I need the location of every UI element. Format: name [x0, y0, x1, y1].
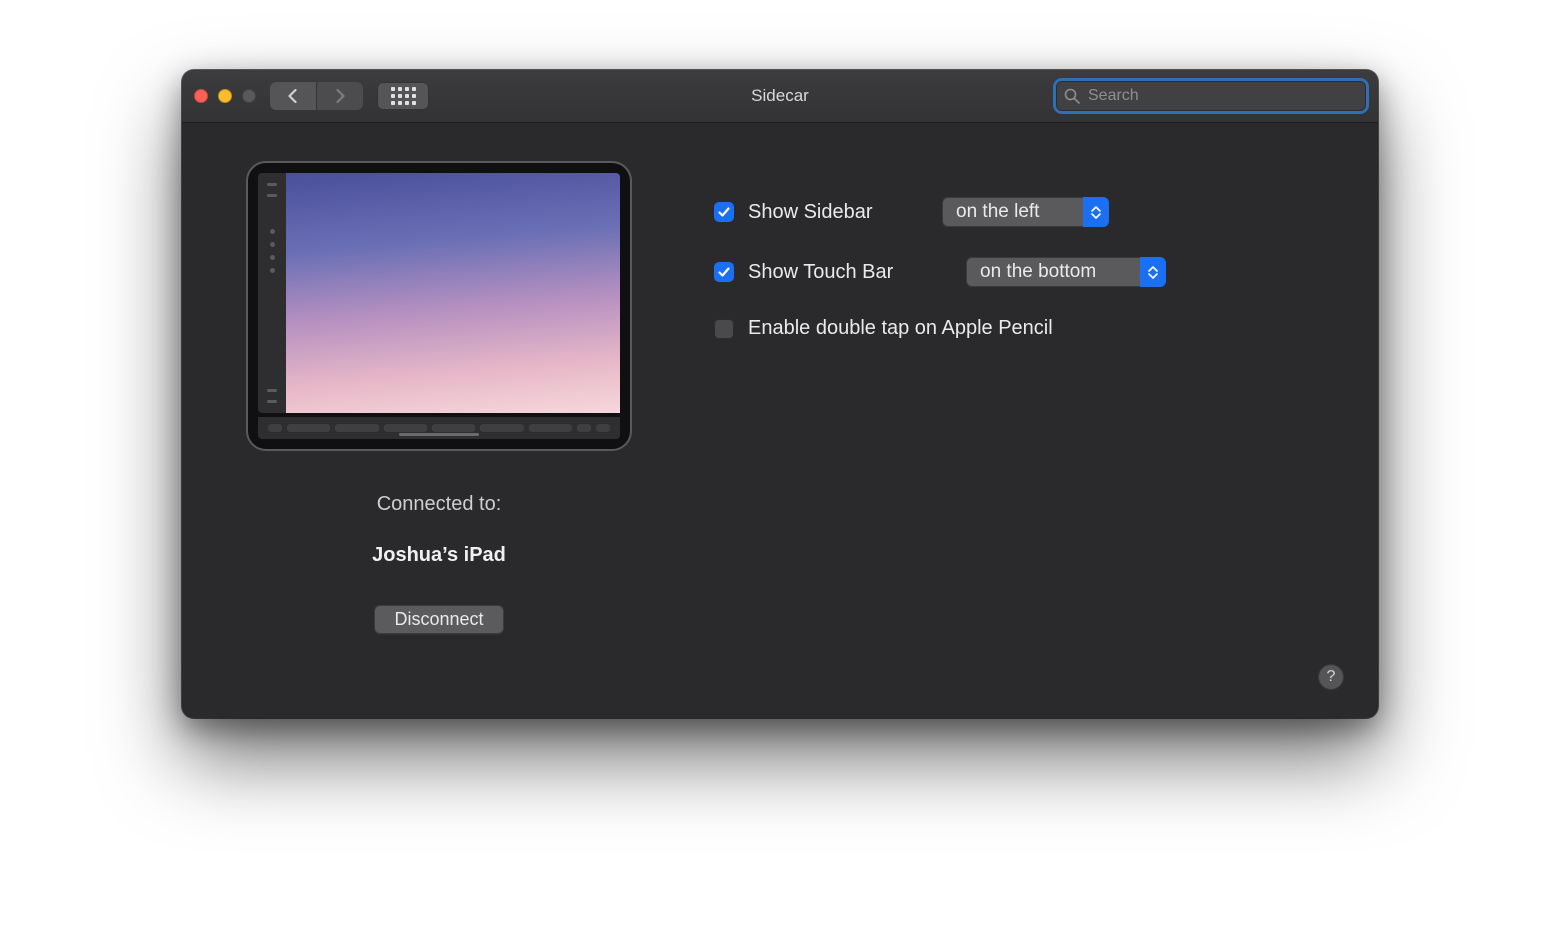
show-touch-bar-checkbox[interactable]	[714, 262, 734, 282]
close-button[interactable]	[194, 89, 208, 103]
window-controls	[194, 89, 256, 103]
preview-screen	[286, 173, 620, 413]
show-touch-bar-label: Show Touch Bar	[748, 261, 952, 284]
show-sidebar-label: Show Sidebar	[748, 201, 928, 224]
disconnect-button[interactable]: Disconnect	[374, 605, 503, 634]
search-field[interactable]	[1056, 81, 1366, 111]
preview-sidebar	[258, 173, 286, 413]
search-icon	[1064, 88, 1080, 104]
show-all-button[interactable]	[377, 82, 429, 110]
titlebar: Sidecar	[182, 70, 1378, 123]
ipad-preview	[246, 161, 632, 451]
touch-bar-position-popup[interactable]: on the bottom	[966, 257, 1166, 287]
option-show-sidebar: Show Sidebar on the left	[714, 197, 1336, 227]
double-tap-checkbox[interactable]	[714, 319, 734, 339]
sidebar-position-popup[interactable]: on the left	[942, 197, 1109, 227]
option-show-touch-bar: Show Touch Bar on the bottom	[714, 257, 1336, 287]
show-sidebar-checkbox[interactable]	[714, 202, 734, 222]
minimize-button[interactable]	[218, 89, 232, 103]
chevron-left-icon	[287, 89, 299, 103]
options-panel: Show Sidebar on the left	[714, 161, 1336, 690]
device-name: Joshua’s iPad	[372, 544, 506, 567]
check-icon	[717, 205, 731, 219]
back-button[interactable]	[270, 82, 316, 110]
updown-icon	[1140, 257, 1166, 287]
option-double-tap: Enable double tap on Apple Pencil	[714, 317, 1336, 340]
search-input[interactable]	[1086, 86, 1358, 106]
help-button[interactable]: ?	[1318, 664, 1344, 690]
grid-icon	[391, 87, 416, 105]
zoom-button[interactable]	[242, 89, 256, 103]
check-icon	[717, 265, 731, 279]
preferences-window: Sidecar	[182, 70, 1378, 718]
connected-to-label: Connected to:	[377, 493, 502, 516]
sidebar-position-value: on the left	[942, 201, 1083, 223]
touch-bar-position-value: on the bottom	[966, 261, 1140, 283]
content-area: Connected to: Joshua’s iPad Disconnect S…	[182, 123, 1378, 718]
preview-touchbar	[258, 417, 620, 439]
double-tap-label: Enable double tap on Apple Pencil	[748, 317, 1053, 340]
forward-button[interactable]	[316, 82, 363, 110]
nav-buttons	[270, 82, 363, 110]
chevron-right-icon	[334, 89, 346, 103]
device-panel: Connected to: Joshua’s iPad Disconnect	[224, 161, 654, 690]
updown-icon	[1083, 197, 1109, 227]
